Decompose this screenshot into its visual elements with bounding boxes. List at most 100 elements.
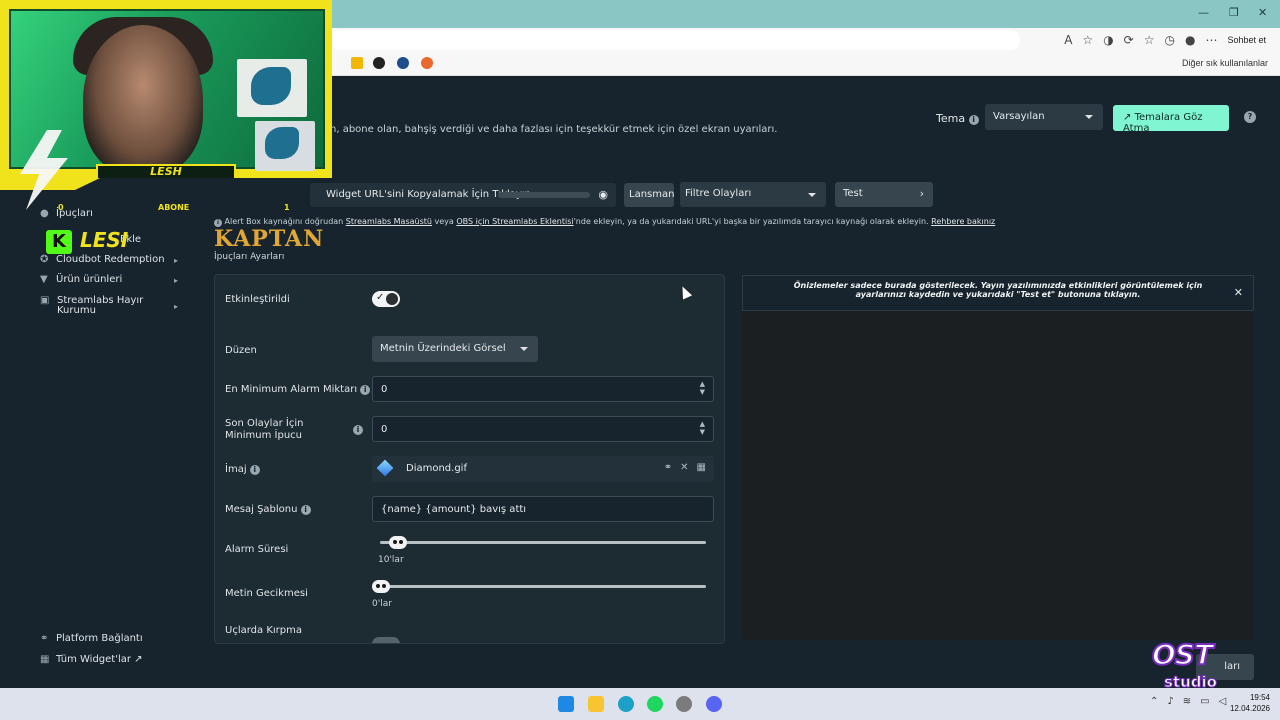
blurred-url (498, 192, 590, 198)
browser-toolbar: A ☆ ◑ ⟳ ☆ ◷ ● ⋯ Sohbet et (1064, 33, 1266, 47)
help-icon[interactable]: ? (1244, 111, 1256, 123)
bookmark-icon[interactable] (373, 57, 385, 69)
refresh-icon[interactable]: ⟳ (1124, 33, 1134, 47)
info-icon[interactable]: i (300, 505, 311, 515)
close-icon[interactable]: ✕ (1234, 286, 1243, 299)
theme-label: Tema i (936, 112, 979, 125)
recent-min-label: Son Olaylar İçin Minimum İpucu (225, 418, 304, 441)
spotify-icon[interactable] (647, 696, 663, 712)
more-icon[interactable]: ⋯ (1205, 33, 1217, 47)
chevron-up-icon[interactable]: ⌃ (1150, 696, 1158, 707)
system-clock[interactable]: 19:54 12.04.2026 (1230, 692, 1270, 714)
grid-icon: ▦ (40, 654, 50, 665)
message-template-input[interactable]: {name} {amount} bavış attı (372, 496, 714, 522)
min-amount-label: En Minimum Alarm Miktarı i (225, 384, 371, 395)
sidebar-platform-connection[interactable]: ⚭ Platform Bağlantı (40, 633, 143, 644)
stepper-icon[interactable]: ▲ ▼ (700, 380, 705, 396)
start-icon[interactable] (558, 696, 574, 712)
sidebar-item-merch[interactable]: ▼ Ürün ürünleri (40, 274, 122, 285)
tips-icon: ● (40, 208, 49, 219)
taskbar (0, 688, 1280, 720)
alarm-duration-slider[interactable] (380, 536, 706, 549)
filter-events-select[interactable]: Filtre Olayları (680, 182, 826, 207)
bookmark-icon[interactable] (397, 57, 409, 69)
text-delay-label: Metin Gecikmesi (225, 588, 308, 599)
cloudbot-icon: ✪ (40, 254, 49, 265)
read-aloud-icon[interactable]: A (1064, 33, 1072, 47)
preview-panel: Önizlemeler sadece burada gösterilecek. … (742, 275, 1254, 640)
obs-icon[interactable] (676, 696, 692, 712)
external-link-icon: ↗ (1123, 112, 1132, 123)
wifi-icon[interactable]: ≋ (1183, 696, 1191, 707)
info-icon[interactable]: i (249, 465, 260, 475)
message-template-label: Mesaj Şablonu i (225, 504, 311, 515)
extension-icon[interactable]: ◑ (1103, 33, 1113, 47)
text-delay-value: 0'lar (372, 599, 392, 609)
image-field[interactable]: Diamond.gif ⚭ ✕ ▦ (372, 456, 714, 482)
text-delay-slider[interactable] (372, 580, 706, 593)
eagle-icon (265, 127, 299, 159)
info-icon[interactable]: i (360, 385, 371, 395)
webcam-video (9, 9, 325, 175)
chat-button[interactable]: Sohbet et (1227, 35, 1266, 45)
close-window-icon[interactable]: ✕ (1258, 6, 1267, 19)
info-icon[interactable]: i (353, 425, 363, 435)
eagle-poster (255, 121, 315, 171)
history-icon[interactable]: ◷ (1165, 33, 1175, 47)
eagle-icon (251, 67, 291, 105)
bookmark-icon[interactable] (421, 57, 433, 69)
system-tray: ⌃ ♪ ≋ ▭ ◁ (1150, 696, 1226, 707)
grid-icon[interactable]: ▦ (697, 462, 706, 473)
chevron-right-icon: › (919, 187, 924, 200)
desktop-link[interactable]: Streamlabs Masaüstü (346, 217, 432, 226)
shirt-icon: ▼ (40, 274, 48, 285)
enabled-label: Etkinleştirildi (225, 294, 290, 305)
bookmark-k-icon[interactable] (351, 57, 363, 69)
volume-icon[interactable]: ◁ (1219, 696, 1227, 707)
edge-crop-label: Uçlarda Kırpma (225, 625, 302, 636)
kick-channel-name: LESI (80, 228, 129, 252)
eagle-poster (237, 59, 307, 117)
widget-url-button[interactable]: Widget URL'sini Kopyalamak İçin Tıklayın… (310, 183, 616, 207)
minimize-icon[interactable]: — (1198, 6, 1209, 19)
collections-icon[interactable]: ☆ (1144, 33, 1155, 47)
diamond-icon (376, 459, 394, 477)
slider-handle[interactable] (389, 536, 408, 549)
slider-handle[interactable] (372, 580, 390, 593)
favorite-star-icon[interactable]: ☆ (1082, 33, 1093, 47)
streamer-name: LESH (96, 164, 236, 180)
launch-button[interactable]: Lansman (624, 183, 674, 207)
browse-themes-button[interactable]: ↗ Temalara Göz Atma (1113, 105, 1229, 134)
discord-icon[interactable] (706, 696, 722, 712)
info-icon[interactable]: i (968, 115, 979, 125)
link-icon: ⚭ (40, 633, 49, 644)
test-button[interactable]: Test › (835, 182, 933, 207)
url-input[interactable] (330, 30, 1020, 50)
layout-select[interactable]: Metnin Üzerindeki Görsel (372, 336, 538, 362)
sidebar-item-charity[interactable]: ▣ Streamlabs Hayır Kurumu (40, 296, 170, 316)
close-icon[interactable]: ✕ (680, 462, 688, 473)
stepper-icon[interactable]: ▲ ▼ (700, 420, 705, 436)
chevron-down-icon (808, 193, 816, 197)
guide-link[interactable]: Rehbere bakınız (931, 217, 995, 226)
profile-icon[interactable]: ● (1185, 33, 1195, 47)
restore-icon[interactable]: ❐ (1229, 6, 1239, 19)
link-icon[interactable]: ⚭ (664, 462, 672, 473)
eye-icon[interactable]: ◉ (598, 188, 608, 201)
streamer-face (83, 25, 203, 175)
sidebar-item-cloudbot[interactable]: ✪ Cloudbot Redemption (40, 254, 165, 265)
microphone-icon[interactable]: ♪ (1167, 696, 1173, 707)
sidebar-all-widgets[interactable]: ▦ Tüm Widget'lar ↗ (40, 654, 143, 665)
obs-plugin-link[interactable]: OBS için Streamlabs Eklentisi (456, 217, 573, 226)
monitor-icon[interactable]: ▭ (1200, 696, 1209, 707)
min-amount-input[interactable]: 0 ▲ ▼ (372, 376, 714, 402)
theme-select[interactable]: Varsayılan (985, 104, 1103, 130)
preview-notice: Önizlemeler sadece burada gösterilecek. … (742, 275, 1254, 311)
other-bookmarks[interactable]: Diğer sık kullanılanlar (1182, 58, 1268, 68)
file-explorer-icon[interactable] (588, 696, 604, 712)
edge-icon[interactable] (618, 696, 634, 712)
edge-crop-toggle[interactable] (372, 637, 400, 643)
recent-min-input[interactable]: 0 ▲ ▼ (372, 416, 714, 442)
check-icon: ✓ (376, 292, 385, 303)
enabled-toggle[interactable]: ✓ (372, 291, 400, 307)
